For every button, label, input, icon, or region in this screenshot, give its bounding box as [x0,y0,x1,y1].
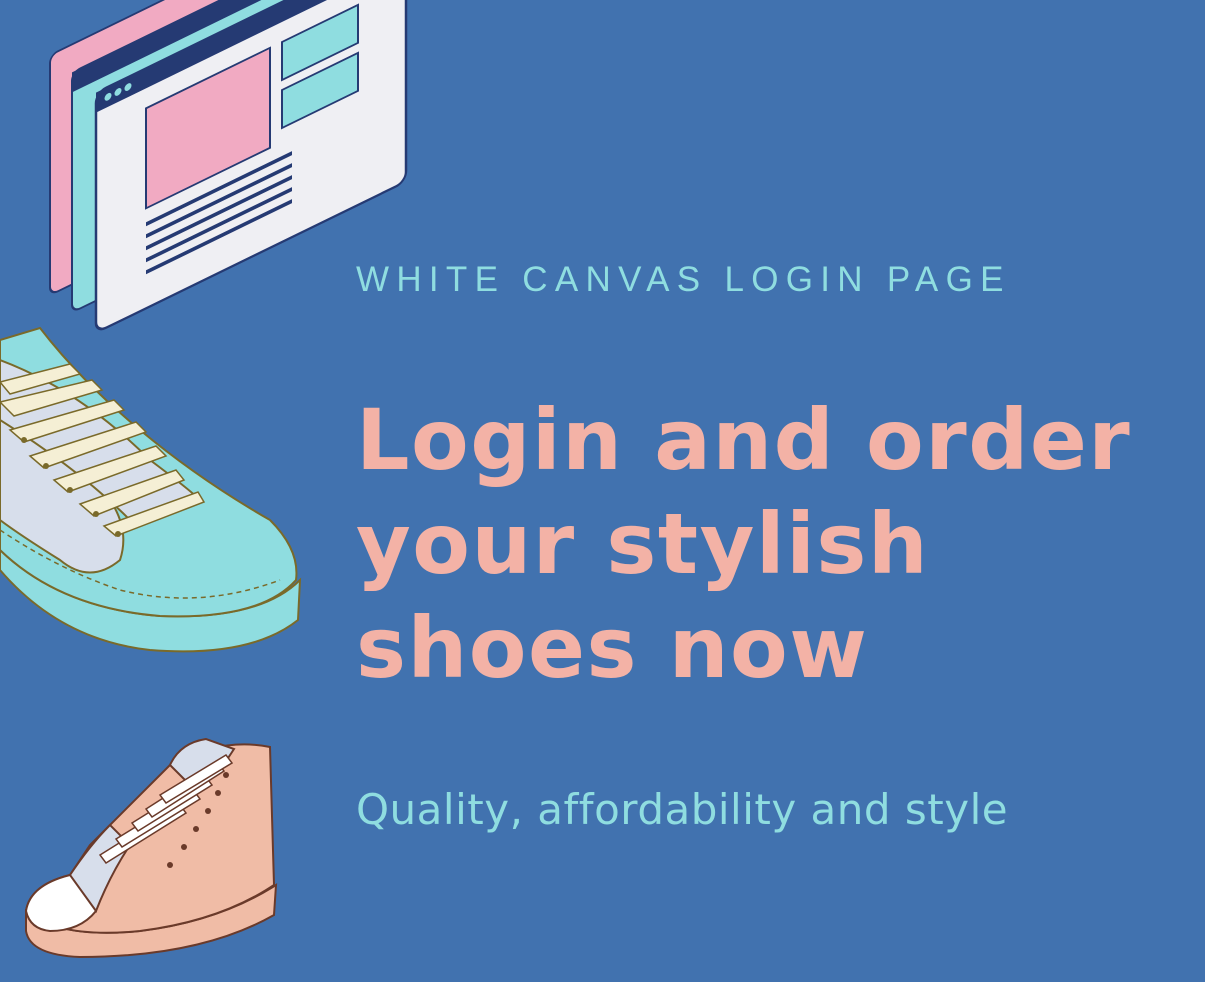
login-banner: WHITE CANVAS LOGIN PAGE Login and order … [0,0,1205,982]
page-tagline: Quality, affordability and style [356,785,1009,834]
peach-high-top-sneaker-icon [24,737,278,959]
page-headline: Login and order your stylish shoes now [356,391,1132,697]
teal-sneaker-icon [0,326,302,653]
page-eyebrow: WHITE CANVAS LOGIN PAGE [356,260,1011,299]
